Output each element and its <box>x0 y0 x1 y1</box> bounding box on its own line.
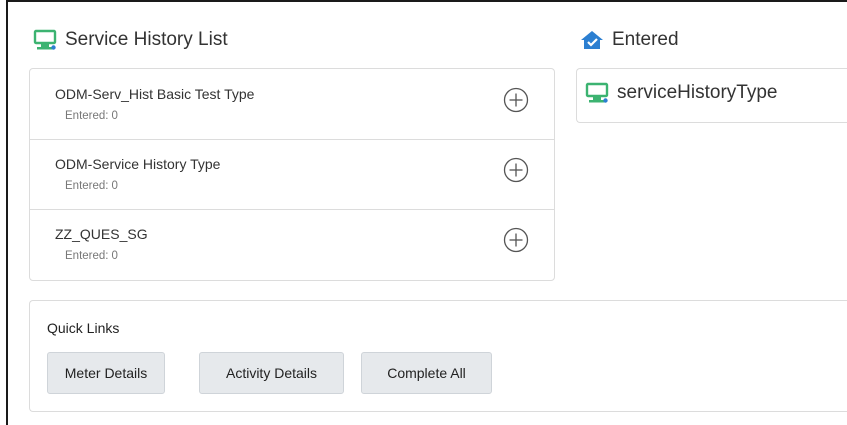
plus-circle-icon[interactable] <box>503 87 529 113</box>
panel-title-text: Service History List <box>65 29 228 50</box>
list-item-name: ODM-Serv_Hist Basic Test Type <box>55 86 255 102</box>
complete-all-button[interactable]: Complete All <box>361 352 492 394</box>
plus-circle-icon[interactable] <box>503 157 529 183</box>
frame-top-border <box>6 0 847 2</box>
list-item[interactable]: ZZ_QUES_SG Entered: 0 <box>30 209 554 279</box>
house-check-icon <box>580 29 604 51</box>
entered-title: Entered <box>580 29 679 51</box>
frame-left-border <box>6 0 8 425</box>
monitor-icon <box>33 29 57 51</box>
entered-label: Entered: <box>65 180 109 192</box>
meter-details-button[interactable]: Meter Details <box>47 352 165 394</box>
list-item[interactable]: ODM-Serv_Hist Basic Test Type Entered: 0 <box>30 69 554 140</box>
service-history-list: ODM-Serv_Hist Basic Test Type Entered: 0 … <box>29 68 555 281</box>
service-history-list-title: Service History List <box>33 29 228 51</box>
list-item-name: ZZ_QUES_SG <box>55 226 148 242</box>
entered-count: 0 <box>111 180 118 192</box>
quick-links-panel: Quick Links Meter Details Activity Detai… <box>29 300 847 412</box>
list-item-entered: Entered: 0 <box>65 250 118 262</box>
list-item-entered: Entered: 0 <box>65 110 118 122</box>
monitor-icon <box>585 82 609 104</box>
entered-label: Entered: <box>65 250 109 262</box>
list-item-name: ODM-Service History Type <box>55 156 221 172</box>
list-item[interactable]: ODM-Service History Type Entered: 0 <box>30 139 554 210</box>
entered-item[interactable]: serviceHistoryType <box>585 82 778 104</box>
plus-circle-icon[interactable] <box>503 227 529 253</box>
entered-count: 0 <box>111 250 118 262</box>
entered-count: 0 <box>111 110 118 122</box>
quick-links-title: Quick Links <box>47 320 120 336</box>
entered-list: serviceHistoryType <box>576 68 847 123</box>
entered-item-label: serviceHistoryType <box>617 82 778 103</box>
entered-label: Entered: <box>65 110 109 122</box>
panel-title-text: Entered <box>612 29 679 50</box>
list-item-entered: Entered: 0 <box>65 180 118 192</box>
activity-details-button[interactable]: Activity Details <box>199 352 344 394</box>
